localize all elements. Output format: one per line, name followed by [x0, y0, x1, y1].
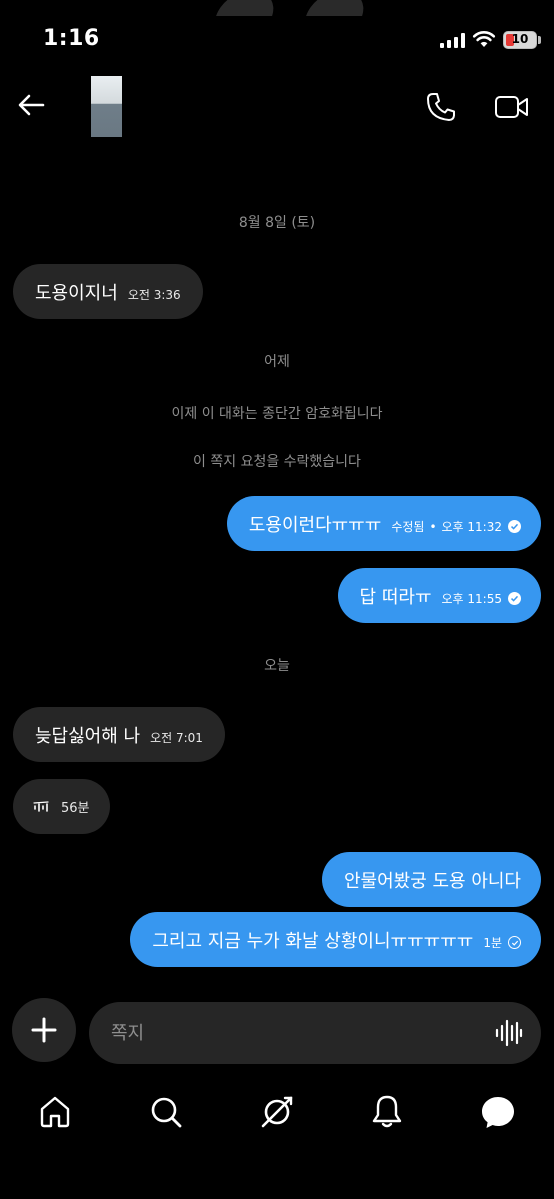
incoming-message-bubble[interactable]: 도용이지너 오전 3:36: [13, 264, 203, 319]
tab-explore[interactable]: [257, 1092, 297, 1132]
tab-home[interactable]: [35, 1092, 75, 1132]
message-time: 오전 7:01: [150, 731, 203, 745]
meta-separator: •: [429, 519, 437, 534]
voice-waveform-icon: [33, 800, 49, 812]
message-text: 안물어봤궁 도용 아니다: [343, 870, 521, 892]
outgoing-message-bubble[interactable]: 안물어봤궁 도용 아니다: [321, 852, 541, 907]
messages-icon: [482, 1097, 514, 1128]
message-input[interactable]: [111, 1002, 481, 1064]
notifications-icon: [372, 1095, 402, 1128]
battery-icon: 10: [503, 31, 537, 49]
tab-messages[interactable]: [478, 1092, 518, 1132]
message-text: 도용이런다ㅠㅠㅠ: [248, 514, 382, 536]
edited-label: 수정됨: [391, 520, 425, 534]
message-composer: [89, 1002, 541, 1064]
message-time: 오전 3:36: [127, 288, 181, 302]
back-button[interactable]: [14, 88, 48, 122]
read-check-icon: [508, 520, 521, 533]
system-notice: 이 쪽지 요청을 수락했습니다: [193, 454, 361, 470]
voice-waveform-icon: [495, 1019, 523, 1047]
search-icon: [151, 1097, 182, 1128]
add-attachment-button[interactable]: [12, 998, 76, 1062]
voice-call-button[interactable]: [424, 90, 458, 124]
cellular-signal-icon: [440, 33, 465, 48]
system-notice: 이제 이 대화는 종단간 암호화됩니다: [171, 406, 383, 422]
message-text: 늦답싫어해 나: [35, 725, 141, 747]
explore-icon: [261, 1096, 293, 1128]
battery-cap: [538, 36, 541, 44]
date-separator: 어제: [264, 354, 290, 370]
battery-level: 10: [511, 32, 529, 46]
message-text: 도용이지너: [35, 282, 118, 304]
outgoing-message-bubble[interactable]: 답 떠라ㅠ 오후 11:55: [337, 568, 541, 623]
status-time: 1:16: [43, 26, 100, 51]
back-arrow-icon: [18, 94, 45, 116]
date-separator: 8월 8일 (토): [238, 215, 316, 231]
incoming-message-bubble[interactable]: 늦답싫어해 나 오전 7:01: [13, 707, 225, 762]
outgoing-message-bubble[interactable]: 도용이런다ㅠㅠㅠ 수정됨 • 오후 11:32: [226, 496, 541, 551]
outgoing-message-bubble[interactable]: 그리고 지금 누가 화날 상황이니ㅠㅠㅠㅠㅠ 1분: [130, 912, 541, 967]
message-meta: 1분: [483, 934, 521, 951]
phone-icon: [427, 93, 455, 121]
date-separator: 오늘: [264, 658, 290, 674]
camera-notch-shape: [216, 0, 280, 16]
message-text: 답 떠라ㅠ: [359, 586, 432, 608]
message-meta: 수정됨 • 오후 11:32: [391, 518, 521, 535]
sent-check-icon: [508, 936, 521, 949]
tab-search[interactable]: [146, 1092, 186, 1132]
voice-message-bubble[interactable]: 56분: [13, 779, 110, 834]
message-time: 오후 11:55: [441, 592, 502, 606]
voice-duration: 56분: [61, 801, 90, 816]
message-meta: 오후 11:55: [442, 590, 521, 607]
tab-notifications[interactable]: [367, 1092, 407, 1132]
message-time: 1분: [483, 936, 502, 950]
camera-notch-shape: [306, 0, 370, 16]
message-text: 그리고 지금 누가 화날 상황이니ㅠㅠㅠㅠㅠ: [152, 930, 474, 952]
wifi-icon: [472, 31, 496, 47]
message-time: 오후 11:32: [441, 520, 502, 534]
voice-record-button[interactable]: [495, 1018, 523, 1048]
video-camera-icon: [495, 96, 528, 118]
plus-icon: [31, 1017, 57, 1043]
video-call-button[interactable]: [494, 90, 530, 124]
avatar[interactable]: [91, 76, 122, 137]
read-check-icon: [508, 592, 521, 605]
home-icon: [40, 1096, 70, 1128]
